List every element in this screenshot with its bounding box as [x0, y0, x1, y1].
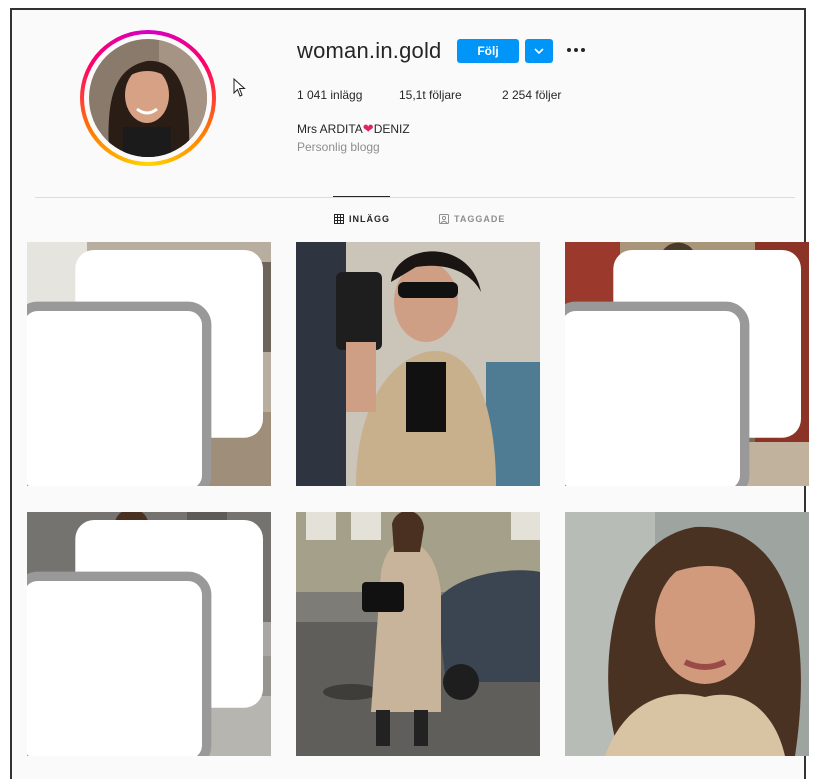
tab-posts[interactable]: INLÄGG	[334, 214, 390, 224]
post-image	[565, 512, 809, 756]
more-options-icon	[567, 48, 571, 52]
tab-tagged[interactable]: TAGGADE	[439, 214, 505, 224]
tabs-divider	[35, 197, 795, 198]
profile-avatar[interactable]	[80, 30, 216, 166]
tagged-icon	[439, 214, 449, 224]
display-name-last: DENIZ	[373, 122, 410, 136]
grid-icon	[334, 214, 344, 224]
more-options-button[interactable]	[564, 40, 588, 60]
profile-category: Personlig blogg	[297, 140, 380, 154]
profile-display-name: Mrs ARDITA❤DENIZ	[297, 121, 410, 137]
post-tile[interactable]	[296, 512, 540, 756]
active-tab-indicator	[333, 196, 390, 197]
display-name-first: Mrs ARDITA	[297, 122, 363, 136]
chevron-down-icon	[534, 48, 544, 54]
tab-posts-label: INLÄGG	[349, 214, 390, 224]
post-image	[296, 242, 540, 486]
posts-count: 1 041 inlägg	[297, 88, 363, 102]
post-tile[interactable]	[27, 242, 271, 486]
multiple-images-icon	[27, 250, 263, 486]
avatar-photo	[89, 39, 207, 157]
following-count[interactable]: 2 254 följer	[502, 88, 561, 102]
followers-count[interactable]: 15,1t följare	[399, 88, 462, 102]
post-tile[interactable]	[565, 512, 809, 756]
post-tile[interactable]	[565, 242, 809, 486]
mouse-cursor-icon	[233, 78, 246, 97]
post-tile[interactable]	[27, 512, 271, 756]
post-tile[interactable]	[296, 242, 540, 486]
multiple-images-icon	[27, 520, 263, 756]
suggested-accounts-button[interactable]	[525, 39, 553, 63]
post-image	[296, 512, 540, 756]
follow-button[interactable]: Följ	[457, 39, 519, 63]
tab-tagged-label: TAGGADE	[454, 214, 506, 224]
heart-emoji: ❤	[362, 121, 374, 136]
multiple-images-icon	[565, 250, 801, 486]
profile-username: woman.in.gold	[297, 38, 442, 63]
